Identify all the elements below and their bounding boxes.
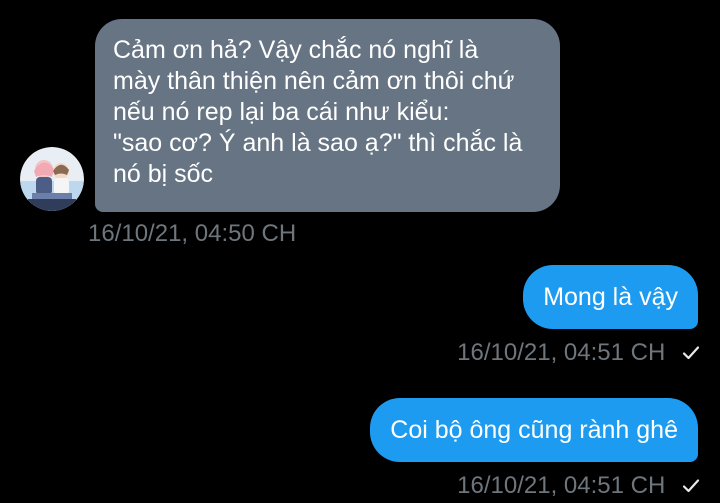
- incoming-message-bubble[interactable]: Cảm ơn hả? Vậy chắc nó nghĩ là mày thân …: [95, 19, 560, 212]
- message-text-line: nếu nó rep lại ba cái như kiểu:: [113, 98, 450, 126]
- message-timestamp: 16/10/21, 04:51 CH: [457, 339, 666, 366]
- message-text: Coi bộ ông cũng rành ghê: [390, 416, 678, 444]
- message-text: Mong là vậy: [543, 283, 678, 311]
- outgoing-message-bubble[interactable]: Mong là vậy: [523, 265, 698, 329]
- message-meta: 16/10/21, 04:51 CH: [457, 339, 700, 368]
- message-text-line: mày thân thiện nên cảm ơn thôi chứ: [113, 67, 515, 95]
- avatar[interactable]: [20, 147, 84, 211]
- message-timestamp: 16/10/21, 04:51 CH: [457, 472, 666, 499]
- message-text-line: nó bị sốc: [113, 160, 214, 188]
- message-meta: 16/10/21, 04:51 CH: [457, 472, 700, 501]
- message-text-line: Cảm ơn hả? Vậy chắc nó nghĩ là: [113, 36, 479, 64]
- message-text-line: "sao cơ? Ý anh là sao ạ?" thì chắc là: [113, 129, 523, 157]
- message-timestamp: 16/10/21, 04:50 CH: [88, 220, 297, 247]
- check-icon: [682, 340, 700, 368]
- outgoing-message-bubble[interactable]: Coi bộ ông cũng rành ghê: [370, 398, 698, 462]
- check-icon: [682, 473, 700, 501]
- avatar-image: [20, 147, 84, 211]
